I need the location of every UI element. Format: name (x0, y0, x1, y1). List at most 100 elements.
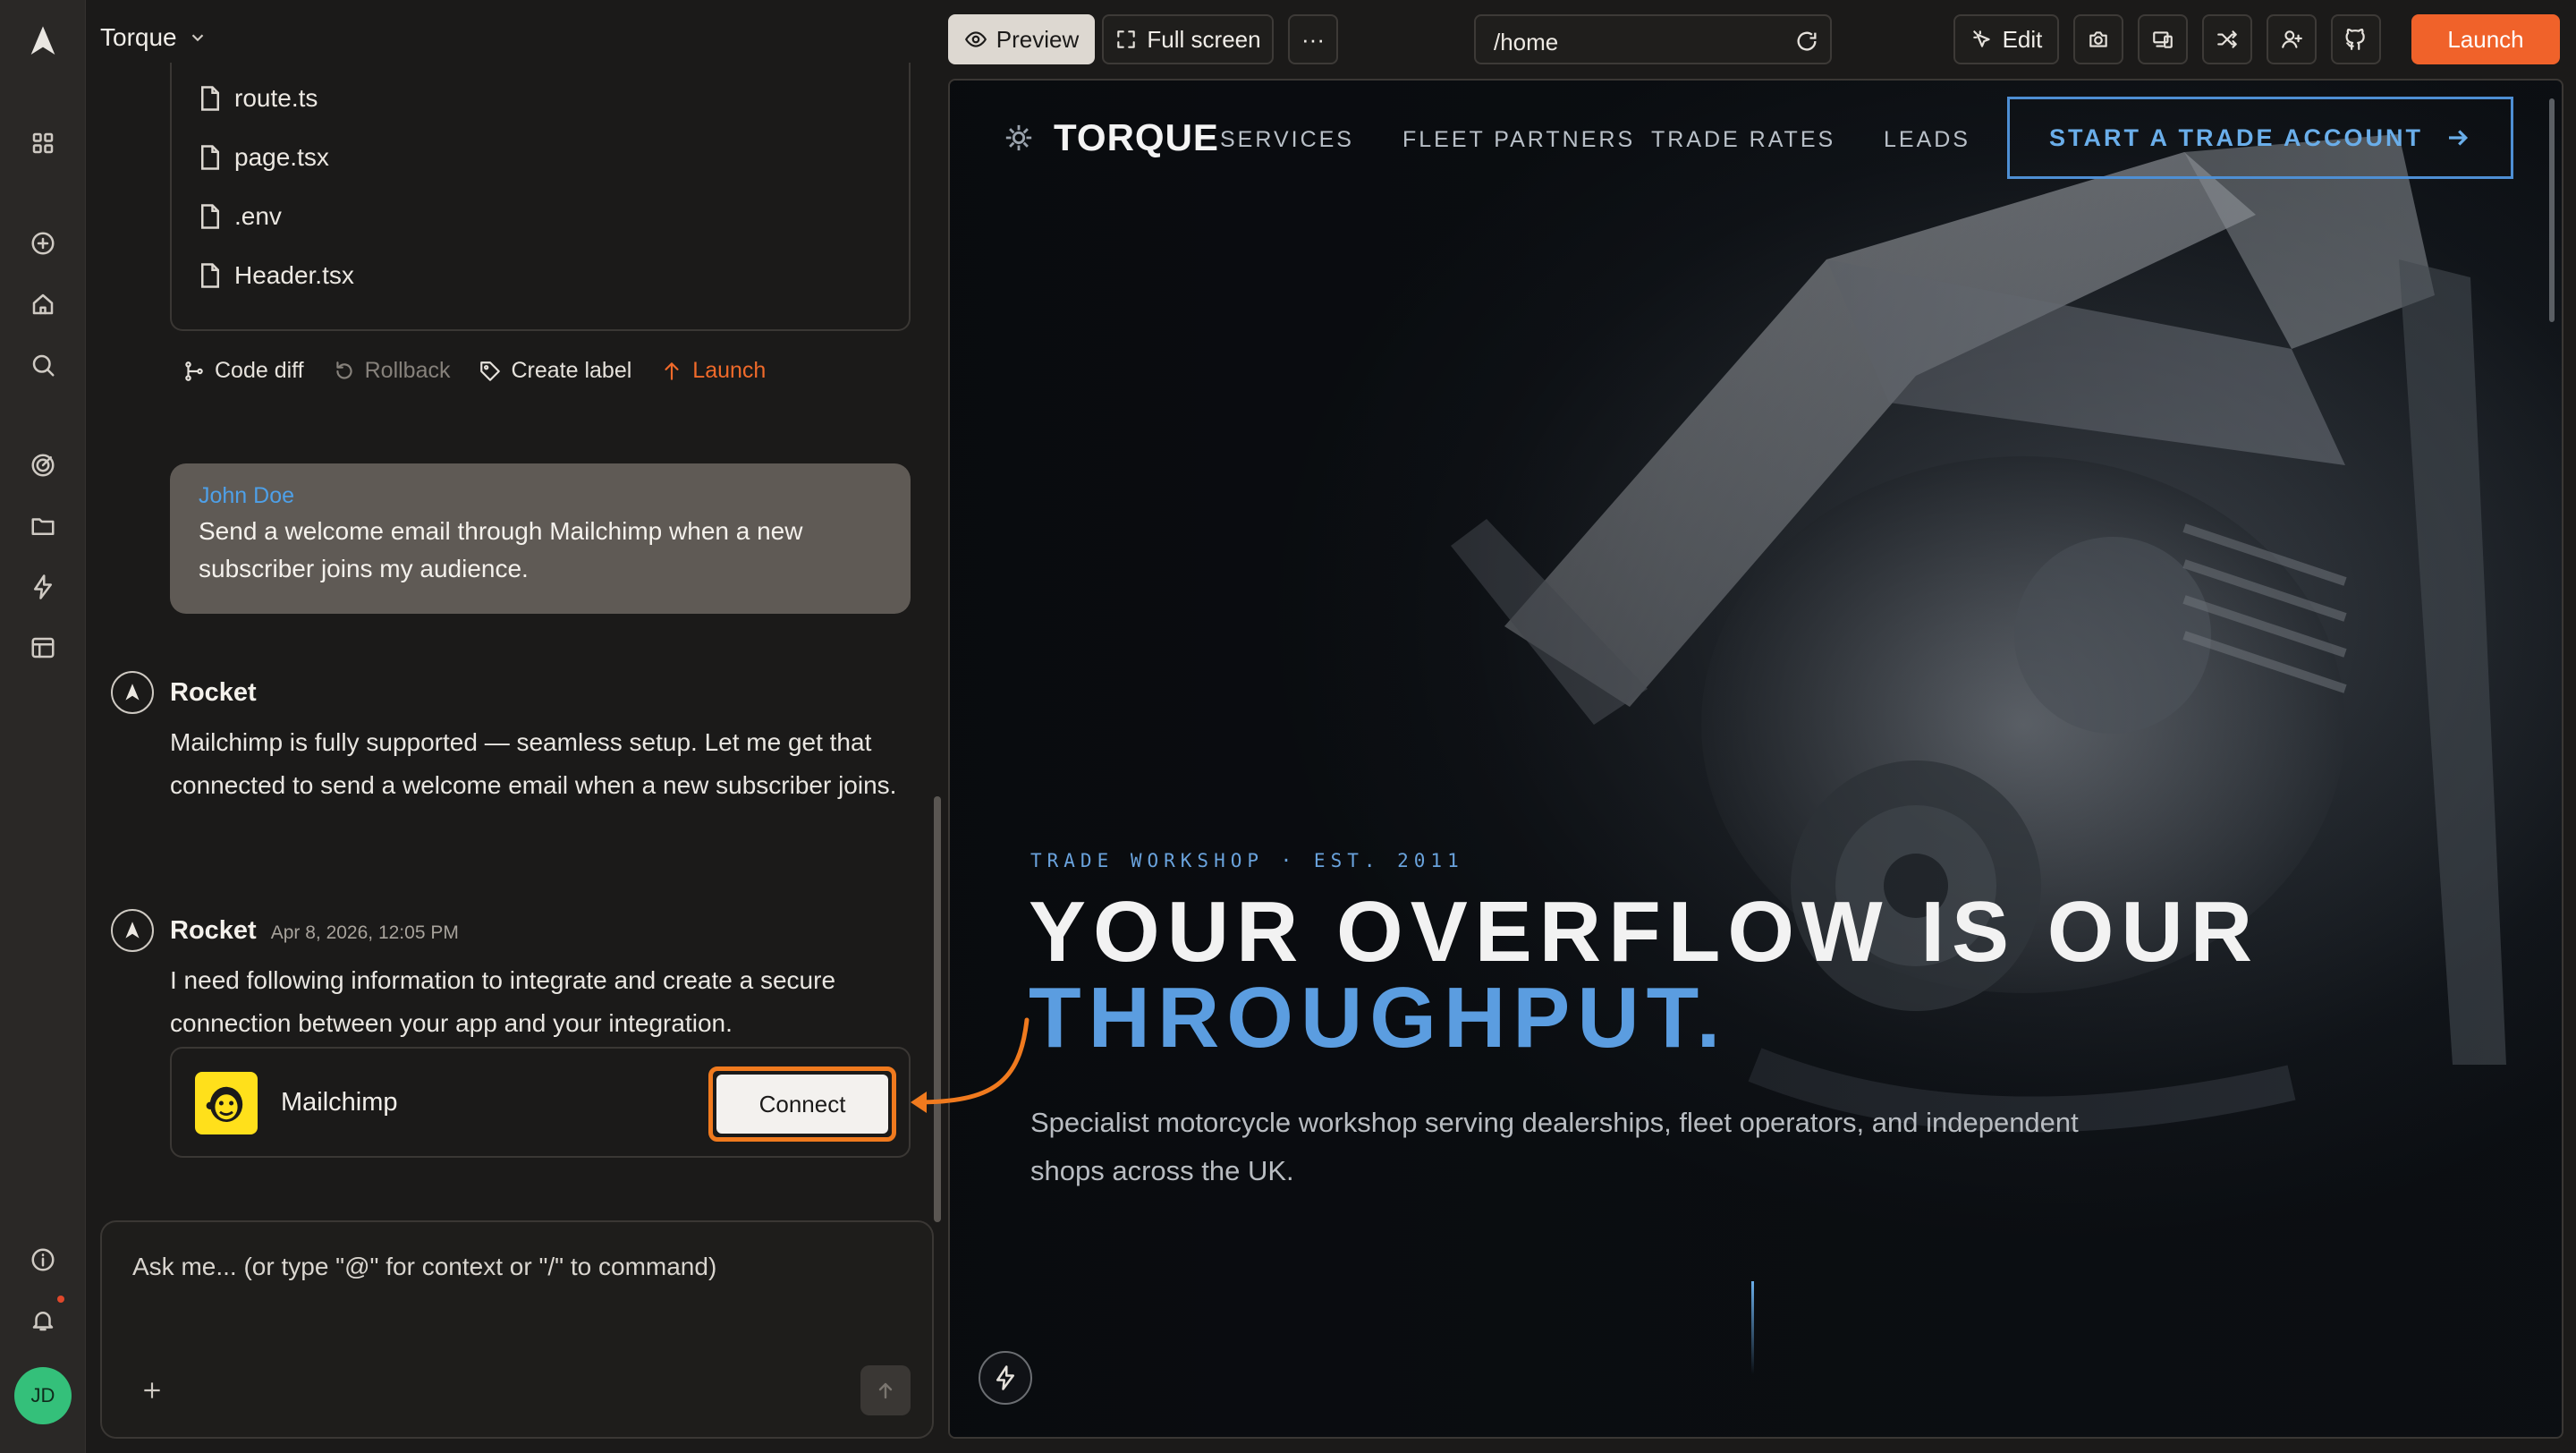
send-button[interactable] (860, 1365, 911, 1415)
site-preview[interactable]: TORQUE SERVICES FLEET PARTNERS TRADE RAT… (948, 79, 2563, 1439)
plus-icon (144, 1382, 160, 1398)
screenshot-button[interactable] (2073, 14, 2123, 64)
shuffle-icon (2217, 30, 2237, 48)
full-screen-label: Full screen (1147, 25, 1261, 53)
integration-card: Mailchimp Connect (170, 1047, 911, 1158)
project-name: Torque (100, 23, 177, 51)
preview-label: Preview (996, 25, 1080, 53)
assistant-name: Rocket (170, 678, 257, 707)
mailchimp-logo-icon (195, 1072, 258, 1134)
site-logo[interactable]: TORQUE (1004, 116, 1219, 159)
edit-label: Edit (2002, 25, 2043, 53)
file-name: page.tsx (234, 143, 329, 171)
hero-overlay (950, 81, 2562, 1437)
rocket-logo-icon[interactable] (23, 21, 63, 61)
url-text: /home (1494, 29, 1559, 55)
connect-button[interactable]: Connect (716, 1075, 888, 1134)
invite-user-button[interactable] (2267, 14, 2317, 64)
folder-icon[interactable] (23, 506, 63, 546)
full-screen-button[interactable]: Full screen (1102, 14, 1274, 64)
chevron-down-icon (191, 34, 203, 42)
file-list: route.ts page.tsx .env Header.tsx (170, 63, 911, 331)
refresh-icon[interactable] (1794, 29, 1819, 54)
chat-input-placeholder: Ask me... (or type "@" for context or "/… (132, 1253, 717, 1280)
shuffle-button[interactable] (2202, 14, 2252, 64)
file-item[interactable]: Header.tsx (199, 261, 354, 290)
lightning-icon[interactable] (23, 567, 63, 607)
file-item[interactable]: .env (199, 202, 282, 231)
lightning-icon (996, 1365, 1014, 1390)
cursor-click-icon (1972, 30, 1990, 47)
file-icon (201, 145, 219, 170)
edit-button[interactable]: Edit (1953, 14, 2059, 64)
nav-leads[interactable]: LEADS (1884, 127, 1970, 153)
rocket-avatar-icon (111, 671, 154, 714)
user-message: John Doe Send a welcome email through Ma… (170, 463, 911, 614)
chat-input[interactable]: Ask me... (or type "@" for context or "/… (100, 1220, 934, 1439)
quick-action-button[interactable] (979, 1351, 1032, 1405)
file-name: route.ts (234, 84, 318, 112)
icon-rail: JD (0, 0, 86, 1453)
cta-label: START A TRADE ACCOUNT (2049, 123, 2423, 151)
target-icon[interactable] (23, 446, 63, 485)
launch-label: Launch (692, 358, 767, 383)
code-diff-button[interactable]: Code diff (182, 358, 304, 384)
tag-icon (480, 361, 501, 381)
github-icon (2345, 29, 2365, 50)
launch-button[interactable]: Launch (2411, 14, 2560, 64)
devices-icon (2153, 31, 2173, 48)
chat-scrollbar[interactable] (934, 796, 941, 1222)
bell-icon[interactable] (23, 1301, 63, 1340)
message-text: Send a welcome email through Mailchimp w… (199, 517, 803, 582)
version-actions: Code diff Rollback Create label Launch (182, 358, 766, 384)
trade-account-cta[interactable]: START A TRADE ACCOUNT (2007, 97, 2513, 179)
nav-services[interactable]: SERVICES (1220, 127, 1354, 153)
create-label-label: Create label (511, 358, 632, 383)
hero-subtitle: Specialist motorcycle workshop serving d… (1030, 1107, 2079, 1186)
gear-icon (1005, 124, 1032, 151)
nav-trade-rates[interactable]: TRADE RATES (1651, 127, 1835, 153)
site-brand: TORQUE (1054, 116, 1219, 158)
assistant-text: I need following information to integrat… (170, 966, 836, 1037)
layout-icon[interactable] (23, 628, 63, 667)
file-name: Header.tsx (234, 261, 354, 289)
connect-highlight: Connect (708, 1066, 896, 1142)
file-item[interactable]: page.tsx (199, 143, 329, 172)
camera-icon (2089, 31, 2107, 47)
project-switcher[interactable]: Torque (100, 23, 208, 52)
integration-name: Mailchimp (281, 1088, 398, 1117)
more-icon: ··· (1301, 25, 1325, 53)
grid-icon[interactable] (23, 123, 63, 163)
hero-headline: YOUR OVERFLOW IS OUR THROUGHPUT. (1029, 889, 2259, 1061)
url-bar[interactable]: /home (1474, 14, 1832, 64)
preview-scrollbar[interactable] (2549, 98, 2555, 322)
info-icon[interactable] (23, 1240, 63, 1279)
file-icon (201, 204, 219, 229)
eye-icon (964, 31, 987, 47)
preview-tab[interactable]: Preview (948, 14, 1095, 64)
github-button[interactable] (2331, 14, 2381, 64)
file-icon (201, 263, 219, 288)
add-circle-icon[interactable] (23, 224, 63, 263)
headline-line-2: THROUGHPUT. (1029, 970, 1728, 1066)
create-label-button[interactable]: Create label (479, 358, 631, 384)
arrow-right-icon (2448, 130, 2469, 146)
file-name: .env (234, 202, 282, 230)
attach-button[interactable] (134, 1372, 170, 1408)
search-icon[interactable] (23, 345, 63, 385)
user-plus-icon (2282, 30, 2302, 48)
expand-icon (1117, 30, 1136, 48)
arrow-up-icon (878, 1382, 893, 1399)
rollback-button[interactable]: Rollback (333, 358, 450, 384)
message-timestamp: Apr 8, 2026, 12:05 PM (270, 922, 459, 943)
file-item[interactable]: route.ts (199, 84, 318, 113)
more-options-button[interactable]: ··· (1288, 14, 1338, 64)
nav-fleet-partners[interactable]: FLEET PARTNERS (1402, 127, 1635, 153)
devices-button[interactable] (2138, 14, 2188, 64)
file-icon (201, 86, 219, 111)
launch-version-button[interactable]: Launch (660, 358, 766, 384)
scroll-indicator (1751, 1281, 1754, 1374)
user-avatar[interactable]: JD (14, 1367, 72, 1424)
notification-dot (57, 1296, 64, 1303)
home-icon[interactable] (23, 285, 63, 324)
